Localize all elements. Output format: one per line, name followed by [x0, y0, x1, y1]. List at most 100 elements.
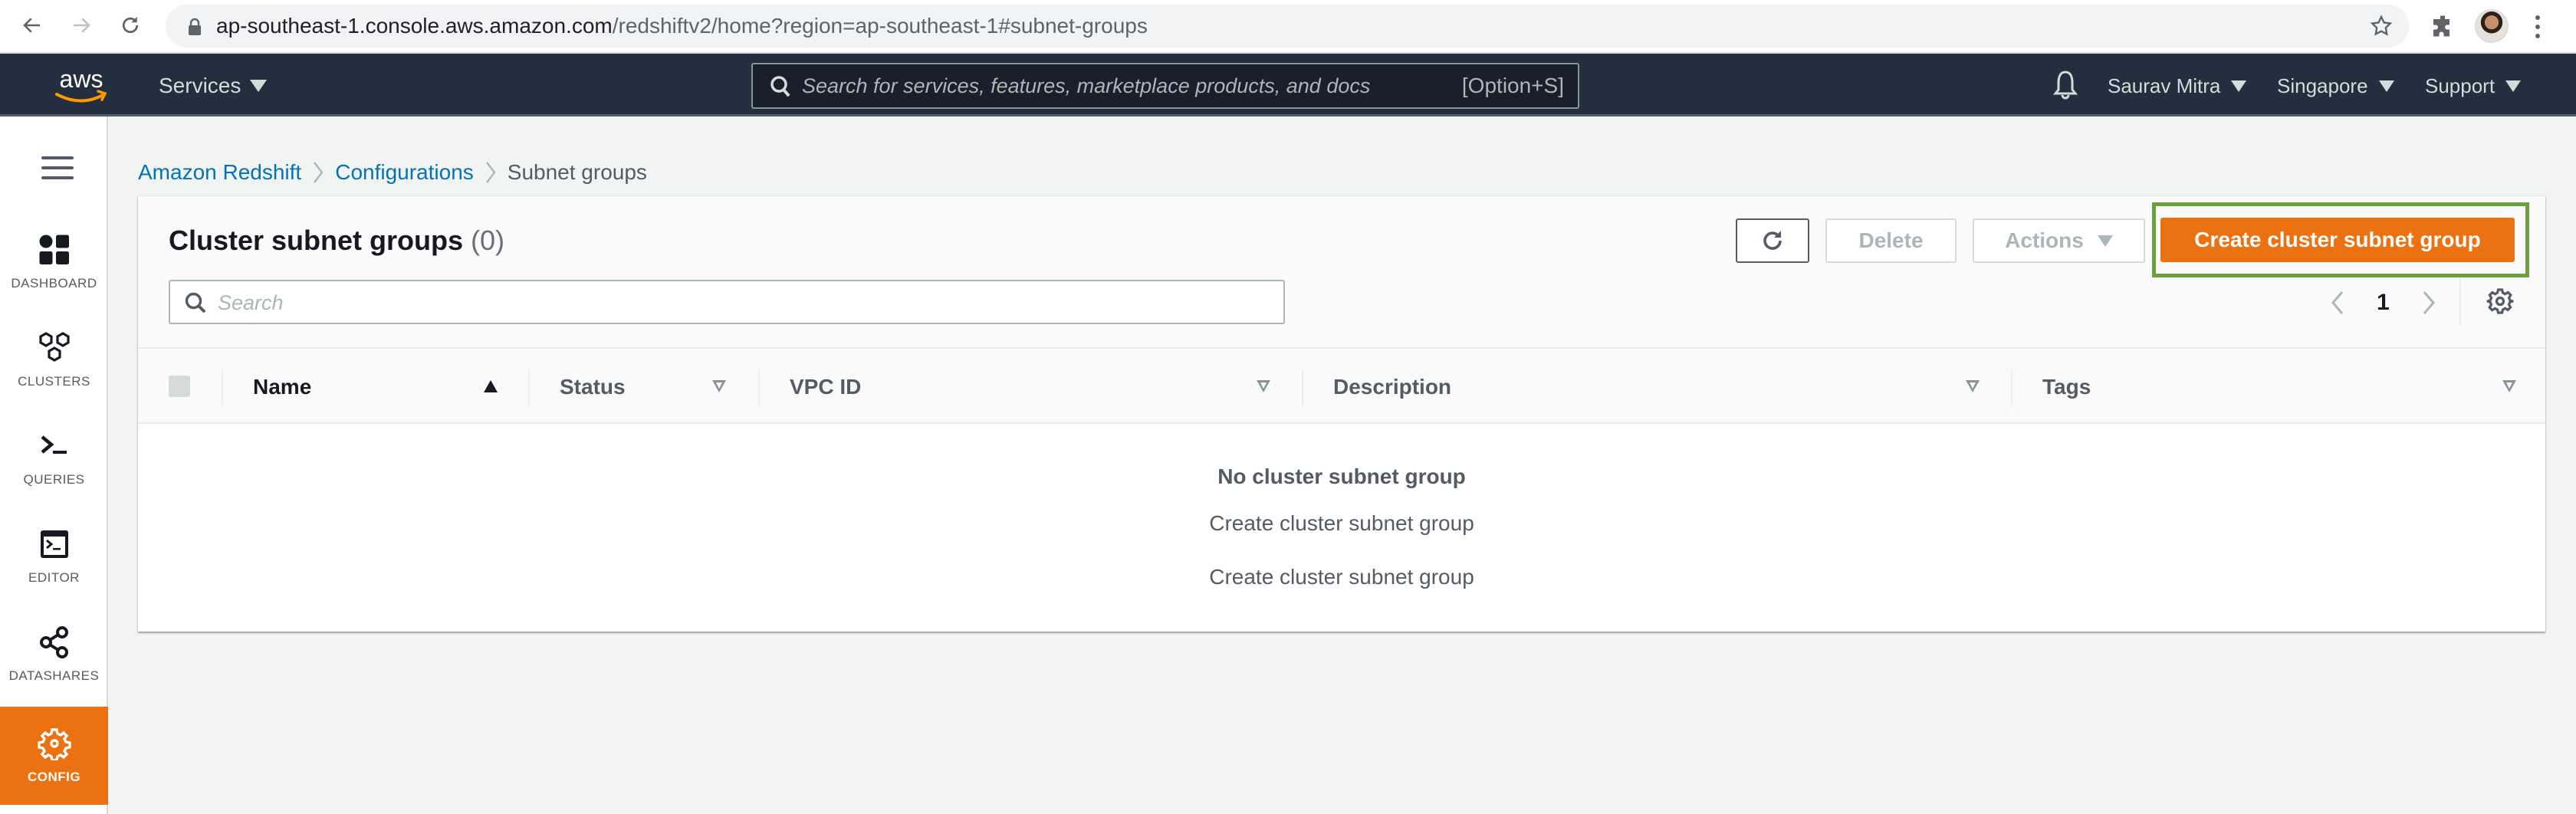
- sort-ascending-icon[interactable]: [483, 379, 498, 393]
- account-name: Saurav Mitra: [2108, 74, 2221, 97]
- queries-icon: [41, 435, 67, 454]
- sidebar-label: DATASHARES: [8, 668, 100, 683]
- column-header-vpc-id[interactable]: VPC ID: [790, 369, 861, 405]
- caret-down-icon: [2505, 80, 2522, 92]
- column-divider: [222, 369, 223, 406]
- bookmark-star-icon[interactable]: [2369, 14, 2394, 38]
- sidebar-item-clusters[interactable]: CLUSTERS: [0, 311, 108, 409]
- create-label: Create cluster subnet group: [2194, 228, 2481, 251]
- region-name: Singapore: [2277, 74, 2368, 97]
- more-menu-icon[interactable]: [2530, 14, 2545, 40]
- caret-down-icon: [2231, 80, 2247, 92]
- select-all-checkbox[interactable]: [169, 376, 190, 397]
- sidebar-item-dashboard[interactable]: DASHBOARD: [0, 213, 108, 311]
- config-gear-icon: [37, 728, 71, 760]
- breadcrumb-amazon-redshift[interactable]: Amazon Redshift: [138, 157, 301, 188]
- chevron-right-icon: [301, 157, 335, 188]
- account-menu[interactable]: Saurav Mitra: [2108, 71, 2247, 101]
- empty-state-create-link[interactable]: Create cluster subnet group: [138, 562, 2545, 592]
- table-search-input[interactable]: [218, 287, 1260, 318]
- column-divider: [2011, 369, 2013, 406]
- previous-page-icon[interactable]: [2329, 290, 2346, 315]
- lock-icon: [189, 18, 201, 35]
- hamburger-icon: [41, 156, 74, 159]
- column-header-status[interactable]: Status: [560, 369, 626, 405]
- forward-icon: [74, 18, 90, 33]
- sidebar-label: EDITOR: [28, 570, 80, 585]
- global-search-input[interactable]: [802, 71, 1415, 101]
- support-menu[interactable]: Support: [2425, 71, 2522, 101]
- refresh-button[interactable]: [1736, 218, 1809, 263]
- services-label: Services: [159, 74, 242, 97]
- sort-unsorted-icon[interactable]: [2502, 379, 2517, 393]
- services-menu[interactable]: Services: [159, 71, 268, 101]
- column-header-description[interactable]: Description: [1333, 369, 1451, 405]
- caret-down-icon: [2097, 235, 2113, 247]
- extensions-icon[interactable]: [2429, 12, 2456, 40]
- address-bar[interactable]: ap-southeast-1.console.aws.amazon.com/re…: [166, 5, 2409, 48]
- panel-header: Cluster subnet groups (0) Delete Actions…: [138, 196, 2545, 349]
- caret-down-icon: [250, 80, 268, 92]
- actions-label: Actions: [2005, 228, 2084, 252]
- next-page-icon[interactable]: [2420, 290, 2437, 315]
- url-path: /redshiftv2/home?region=ap-southeast-1#s…: [612, 14, 1148, 38]
- clusters-icon: [38, 332, 70, 362]
- breadcrumb-subnet-groups: Subnet groups: [507, 160, 647, 184]
- search-shortcut-hint: [Option+S]: [1461, 74, 1564, 97]
- breadcrumb: Amazon Redshift Configurations Subnet gr…: [138, 157, 647, 188]
- forward-button[interactable]: [66, 10, 97, 41]
- delete-button[interactable]: Delete: [1825, 218, 1957, 263]
- support-label: Support: [2425, 74, 2496, 97]
- empty-state-title: No cluster subnet group: [1217, 464, 1466, 488]
- create-cluster-subnet-group-button[interactable]: Create cluster subnet group: [2160, 218, 2515, 262]
- sidebar-item-config[interactable]: CONFIG: [0, 707, 108, 805]
- sidebar-label: QUERIES: [23, 472, 85, 487]
- sidebar-item-editor[interactable]: EDITOR: [0, 507, 108, 606]
- column-header-tags[interactable]: Tags: [2042, 369, 2091, 405]
- datashares-icon: [39, 626, 68, 658]
- sort-unsorted-icon[interactable]: [1256, 379, 1271, 393]
- browser-toolbar: ap-southeast-1.console.aws.amazon.com/re…: [0, 0, 2576, 54]
- aws-top-navigation: aws Services [Option+S] Saurav Mitra Sin…: [0, 54, 2576, 117]
- menu-toggle-button[interactable]: [41, 156, 74, 181]
- empty-state-message: Create cluster subnet group: [1209, 511, 1474, 535]
- url-text[interactable]: ap-southeast-1.console.aws.amazon.com/re…: [216, 15, 1148, 38]
- sidebar-item-queries[interactable]: QUERIES: [0, 409, 108, 507]
- current-page-number[interactable]: 1: [2377, 287, 2390, 318]
- caret-down-icon: [2378, 80, 2394, 92]
- table-search-box[interactable]: [169, 280, 1285, 324]
- global-search-box[interactable]: [Option+S]: [751, 63, 1579, 109]
- aws-logo[interactable]: aws: [54, 66, 109, 106]
- panel-title-text: Cluster subnet groups: [169, 225, 464, 256]
- sidebar-label: DASHBOARD: [11, 276, 97, 290]
- region-menu[interactable]: Singapore: [2277, 71, 2394, 101]
- sidebar-label: CONFIG: [27, 770, 81, 784]
- column-divider: [1302, 369, 1303, 406]
- sort-unsorted-icon[interactable]: [711, 379, 727, 393]
- reload-button[interactable]: [115, 10, 146, 41]
- back-icon: [23, 18, 40, 33]
- sidebar-item-datashares[interactable]: DATASHARES: [0, 606, 108, 704]
- search-icon: [770, 76, 790, 97]
- delete-label: Delete: [1858, 228, 1924, 252]
- dashboard-icon: [39, 235, 69, 264]
- subnet-groups-table-panel: Cluster subnet groups (0) Delete Actions…: [138, 196, 2545, 632]
- pager-divider: [2459, 277, 2461, 325]
- sort-unsorted-icon[interactable]: [1965, 379, 1980, 393]
- profile-avatar[interactable]: [2475, 9, 2509, 43]
- notifications-bell-icon[interactable]: [2053, 69, 2078, 101]
- aws-logo-text: aws: [60, 66, 104, 93]
- table-header-row: Name Status VPC ID Description Tags: [138, 349, 2545, 424]
- chevron-right-icon: [474, 157, 508, 188]
- back-button[interactable]: [17, 10, 48, 41]
- refresh-icon: [1763, 231, 1782, 250]
- editor-icon: [40, 530, 68, 558]
- column-header-name[interactable]: Name: [253, 369, 311, 405]
- breadcrumb-configurations[interactable]: Configurations: [335, 157, 474, 188]
- table-preferences-gear-icon[interactable]: [2486, 287, 2514, 315]
- reload-icon: [122, 16, 139, 34]
- sidebar-label: CLUSTERS: [18, 374, 90, 389]
- column-divider: [758, 369, 760, 406]
- actions-dropdown-button[interactable]: Actions: [1973, 218, 2145, 263]
- url-host: ap-southeast-1.console.aws.amazon.com: [216, 14, 613, 38]
